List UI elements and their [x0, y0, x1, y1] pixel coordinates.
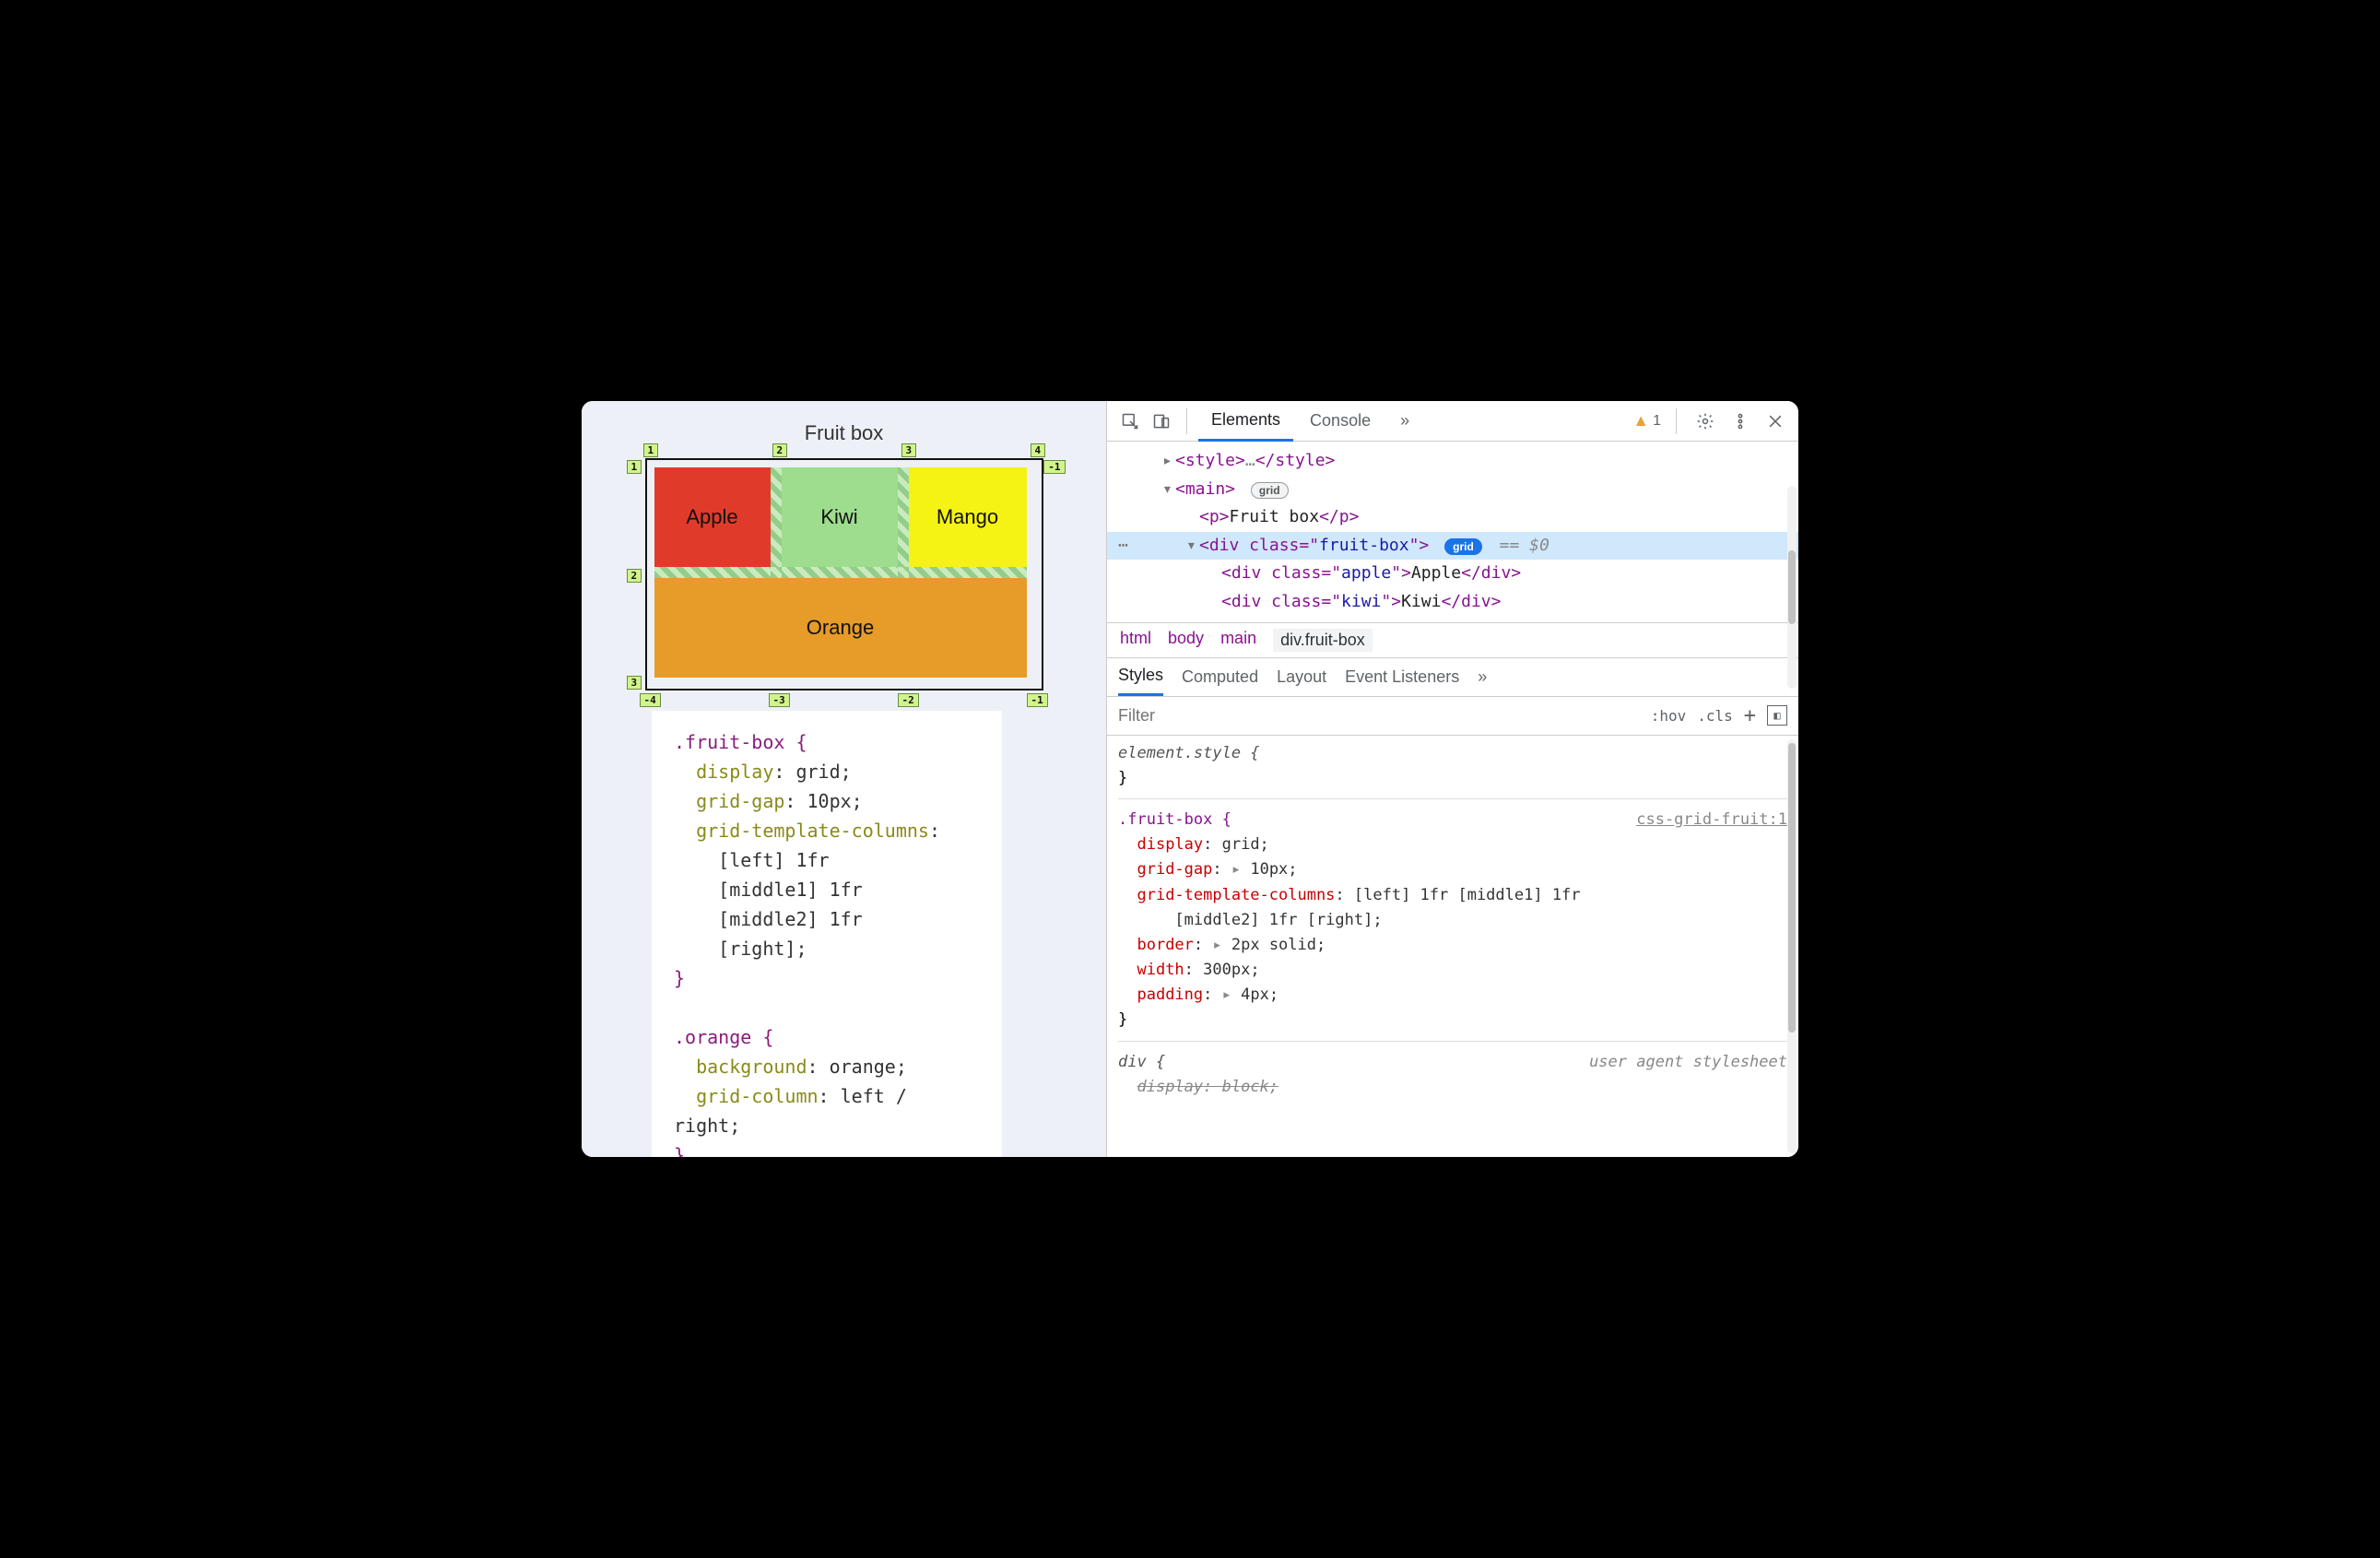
- grid-tick-col-2: 2: [772, 443, 788, 457]
- styles-subtabs: Styles Computed Layout Event Listeners »: [1107, 658, 1798, 697]
- user-agent-stylesheet-label: user agent stylesheet: [1589, 1050, 1787, 1075]
- page-preview-pane: Fruit box 1 2 3 4 1 2 3 -1 -4 -3 -2 -1 A…: [582, 401, 1107, 1157]
- rule-selector-div[interactable]: div {: [1118, 1050, 1165, 1075]
- crumb-body[interactable]: body: [1168, 629, 1204, 652]
- tab-console[interactable]: Console: [1297, 401, 1384, 442]
- grid-tick-row-2: 2: [627, 569, 642, 583]
- kebab-menu-icon[interactable]: [1726, 407, 1754, 435]
- grid-tick-bottom-4: -1: [1027, 693, 1048, 707]
- warning-badge[interactable]: ▲ 1: [1632, 411, 1661, 431]
- rules-scrollbar[interactable]: [1787, 739, 1797, 1153]
- rule-source-link[interactable]: css-grid-fruit:1: [1636, 808, 1787, 832]
- toggle-sidebar-icon[interactable]: ◧: [1767, 705, 1787, 726]
- cell-orange: Orange: [654, 578, 1027, 678]
- device-toolbar-icon[interactable]: [1148, 407, 1175, 435]
- grid-badge-main[interactable]: grid: [1251, 482, 1289, 499]
- crumb-selected[interactable]: div.fruit-box: [1273, 629, 1373, 652]
- subtab-more[interactable]: »: [1478, 667, 1487, 687]
- cell-apple: Apple: [654, 467, 771, 567]
- dom-tree[interactable]: ▸<style>…</style> ▾<main> grid <p>Fruit …: [1107, 442, 1798, 622]
- code-snippet: .fruit-box { display: grid; grid-gap: 10…: [652, 711, 1002, 1157]
- grid-tick-col-4: 4: [1031, 443, 1046, 457]
- subtab-computed[interactable]: Computed: [1182, 667, 1258, 687]
- styles-filter-row: :hov .cls + ◧: [1107, 697, 1798, 736]
- tab-more[interactable]: »: [1387, 401, 1422, 442]
- new-style-rule-button[interactable]: +: [1744, 704, 1756, 727]
- fruit-grid-inner: Apple Kiwi Mango Orange: [654, 467, 1034, 681]
- dom-scrollbar[interactable]: [1787, 486, 1797, 689]
- warning-icon: ▲: [1632, 411, 1649, 431]
- hov-toggle[interactable]: :hov: [1651, 707, 1687, 725]
- page-title: Fruit box: [619, 421, 1069, 445]
- cell-kiwi: Kiwi: [782, 467, 898, 567]
- grid-tick-row-3: 3: [627, 676, 642, 690]
- app-window: Fruit box 1 2 3 4 1 2 3 -1 -4 -3 -2 -1 A…: [582, 401, 1798, 1157]
- devtools-pane: Elements Console » ▲ 1: [1107, 401, 1798, 1157]
- settings-icon[interactable]: [1691, 407, 1719, 435]
- cls-toggle[interactable]: .cls: [1697, 707, 1733, 725]
- crumb-main[interactable]: main: [1220, 629, 1256, 652]
- devtools-toolbar: Elements Console » ▲ 1: [1107, 401, 1798, 442]
- grid-tick-col-3: 3: [901, 443, 917, 457]
- grid-tick-bottom-2: -3: [769, 693, 790, 707]
- tab-elements[interactable]: Elements: [1198, 401, 1293, 442]
- dom-selected-row[interactable]: ▾<div class="fruit-box"> grid == $0: [1107, 532, 1798, 561]
- close-icon[interactable]: [1761, 407, 1789, 435]
- styles-filter-input[interactable]: [1107, 706, 1651, 726]
- rule-selector-fruitbox[interactable]: .fruit-box {: [1118, 808, 1231, 832]
- breadcrumb: html body main div.fruit-box: [1107, 622, 1798, 658]
- grid-tick-bottom-1: -4: [640, 693, 661, 707]
- cell-mango: Mango: [909, 467, 1027, 567]
- subtab-styles[interactable]: Styles: [1118, 657, 1163, 696]
- inspect-element-icon[interactable]: [1116, 407, 1144, 435]
- grid-tick-row-1: 1: [627, 460, 642, 474]
- grid-tick-row-neg1: -1: [1043, 460, 1065, 474]
- styles-rules[interactable]: element.style { } .fruit-box { css-grid-…: [1107, 736, 1798, 1157]
- crumb-html[interactable]: html: [1120, 629, 1151, 652]
- grid-tick-bottom-3: -2: [898, 693, 919, 707]
- subtab-event-listeners[interactable]: Event Listeners: [1345, 667, 1459, 687]
- subtab-layout[interactable]: Layout: [1277, 667, 1326, 687]
- element-style-selector[interactable]: element.style {: [1118, 744, 1260, 762]
- fruit-box-grid[interactable]: 1 2 3 4 1 2 3 -1 -4 -3 -2 -1 Apple Kiwi …: [645, 458, 1043, 690]
- grid-tick-col-1: 1: [643, 443, 659, 457]
- grid-badge-fruitbox[interactable]: grid: [1444, 538, 1482, 555]
